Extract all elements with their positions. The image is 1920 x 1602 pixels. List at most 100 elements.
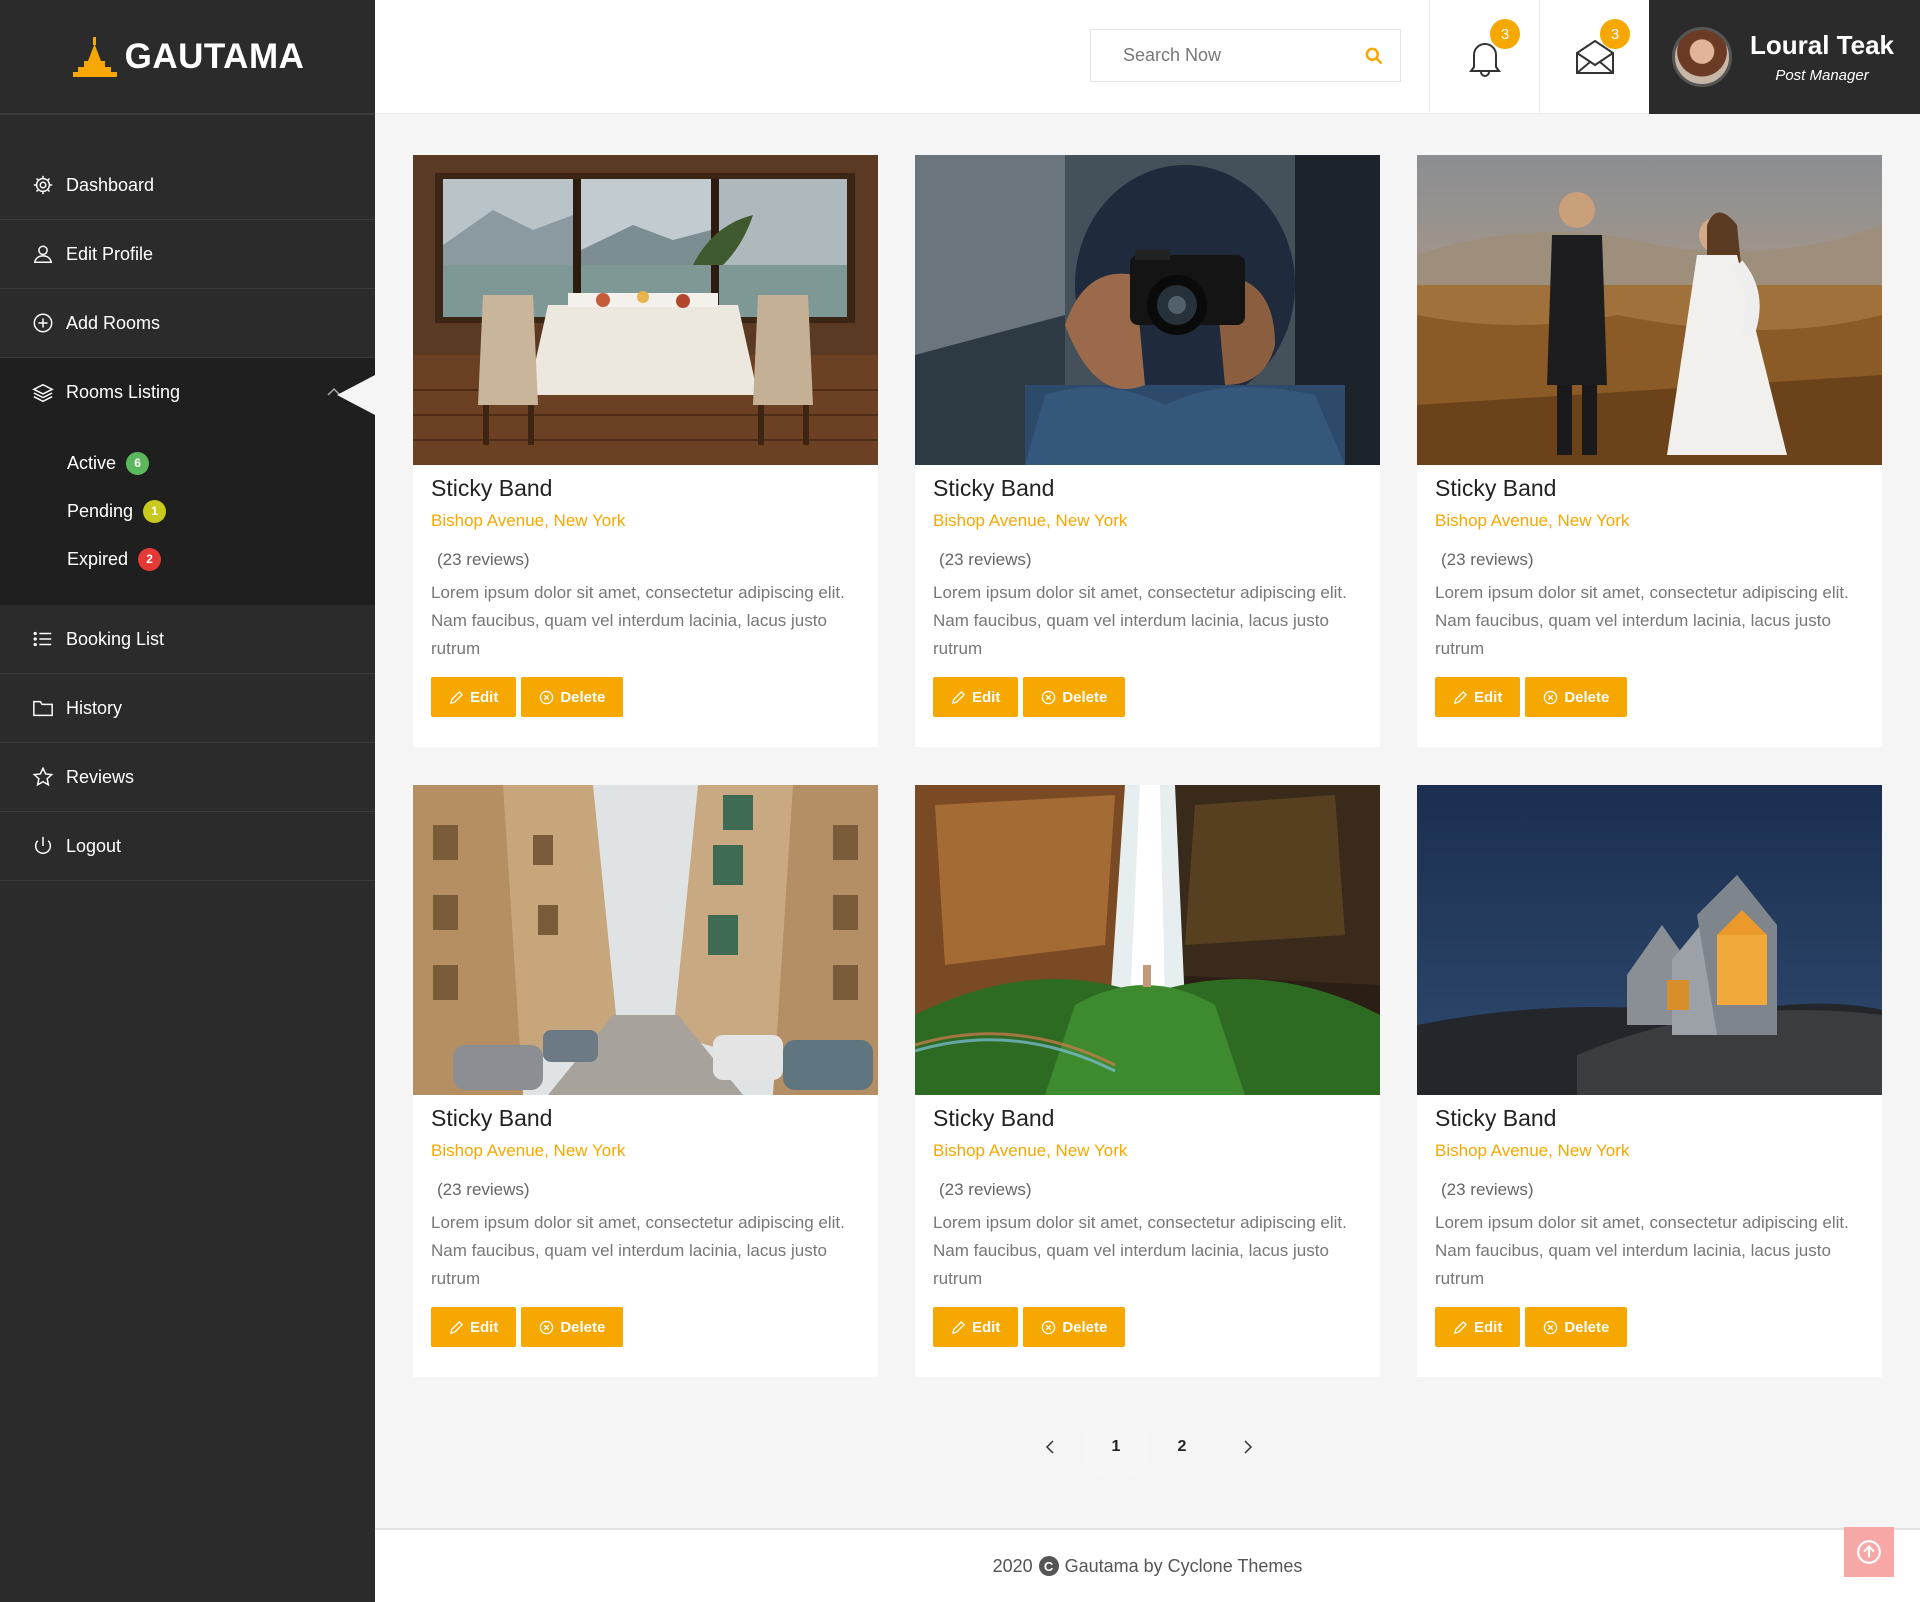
listing-title[interactable]: Sticky Band — [933, 1105, 1362, 1132]
listing-title[interactable]: Sticky Band — [933, 475, 1362, 502]
listing-address[interactable]: Bishop Avenue, New York — [933, 511, 1362, 531]
listing-reviews: (23 reviews) — [437, 1180, 530, 1199]
listing-address[interactable]: Bishop Avenue, New York — [431, 511, 860, 531]
listing-reviews: (23 reviews) — [1441, 1180, 1534, 1199]
sidebar-item-label: Logout — [66, 835, 122, 856]
search-icon[interactable] — [1364, 46, 1384, 66]
search-input[interactable] — [1123, 45, 1364, 66]
listing-address[interactable]: Bishop Avenue, New York — [933, 1141, 1362, 1161]
sidebar-item-reviews[interactable]: Reviews — [0, 743, 375, 812]
footer-credit[interactable]: Gautama by Cyclone Themes — [1065, 1556, 1303, 1577]
listing-address[interactable]: Bishop Avenue, New York — [1435, 1141, 1864, 1161]
notifications-button[interactable]: 3 — [1429, 0, 1539, 114]
submenu-item-label: Expired — [67, 548, 129, 569]
edit-label: Edit — [1474, 688, 1503, 706]
messages-count-badge: 3 — [1600, 19, 1630, 49]
listing-address[interactable]: Bishop Avenue, New York — [1435, 511, 1864, 531]
user-profile[interactable]: Loural Teak Post Manager — [1649, 0, 1920, 114]
pencil-icon — [951, 1320, 966, 1334]
sidebar-item-add-rooms[interactable]: Add Rooms — [0, 289, 375, 358]
sidebar: GAUTAMA Dashboard Edit Profile Add Rooms — [0, 0, 375, 1602]
sidebar-item-booking-list[interactable]: Booking List — [0, 605, 375, 674]
edit-label: Edit — [470, 1318, 499, 1336]
listing-reviews: (23 reviews) — [437, 550, 530, 569]
list-icon — [32, 628, 54, 650]
sidebar-item-edit-profile[interactable]: Edit Profile — [0, 220, 375, 289]
photographer-photo — [915, 155, 1380, 465]
brand-name: GAUTAMA — [124, 36, 305, 76]
listing-title[interactable]: Sticky Band — [431, 1105, 860, 1132]
edit-label: Edit — [972, 688, 1001, 706]
sidebar-item-label: History — [66, 697, 123, 718]
listing-title[interactable]: Sticky Band — [1435, 1105, 1864, 1132]
listing-image[interactable] — [1417, 155, 1882, 465]
edit-button[interactable]: Edit — [431, 1307, 517, 1347]
delete-button[interactable]: Delete — [1023, 677, 1126, 717]
page-1-button[interactable]: 1 — [1083, 1414, 1149, 1480]
listing-image[interactable] — [915, 785, 1380, 1095]
sidebar-item-rooms-listing[interactable]: Rooms Listing — [0, 358, 375, 427]
listing-description: Lorem ipsum dolor sit amet, consectetur … — [933, 1213, 1347, 1288]
edit-button[interactable]: Edit — [1435, 1307, 1521, 1347]
edit-button[interactable]: Edit — [1435, 677, 1521, 717]
listing-reviews: (23 reviews) — [939, 1180, 1032, 1199]
submenu-item-pending[interactable]: Pending 1 — [67, 487, 375, 535]
listing-description: Lorem ipsum dolor sit amet, consectetur … — [431, 583, 845, 658]
sidebar-item-logout[interactable]: Logout — [0, 812, 375, 881]
delete-button[interactable]: Delete — [521, 677, 624, 717]
listing-address[interactable]: Bishop Avenue, New York — [431, 1141, 860, 1161]
delete-button[interactable]: Delete — [1525, 677, 1628, 717]
delete-button[interactable]: Delete — [1023, 1307, 1126, 1347]
listing-title[interactable]: Sticky Band — [1435, 475, 1864, 502]
copyright-icon: C — [1038, 1556, 1059, 1576]
submenu-item-label: Active — [67, 452, 117, 473]
sidebar-item-label: Add Rooms — [66, 312, 161, 333]
sidebar-item-label: Reviews — [66, 766, 135, 787]
close-circle-icon — [540, 690, 554, 704]
listing-description: Lorem ipsum dolor sit amet, consectetur … — [431, 1213, 845, 1288]
sidebar-item-dashboard[interactable]: Dashboard — [0, 151, 375, 220]
pencil-icon — [951, 690, 966, 704]
waterfall-photo — [915, 785, 1380, 1095]
user-info: Loural Teak Post Manager — [1750, 30, 1894, 84]
brand-logo[interactable]: GAUTAMA — [0, 0, 375, 115]
next-page-button[interactable] — [1215, 1414, 1281, 1480]
delete-label: Delete — [1062, 688, 1108, 706]
prev-page-button[interactable] — [1017, 1414, 1083, 1480]
listing-description: Lorem ipsum dolor sit amet, consectetur … — [1435, 1213, 1849, 1288]
star-icon — [32, 766, 54, 788]
listing-description: Lorem ipsum dolor sit amet, consectetur … — [933, 583, 1347, 658]
edit-label: Edit — [1474, 1318, 1503, 1336]
listing-image[interactable] — [413, 155, 878, 465]
listing-card: Sticky Band Bishop Avenue, New York (23 … — [413, 155, 878, 747]
scroll-to-top-button[interactable] — [1844, 1527, 1894, 1577]
arrow-up-circle-icon — [1857, 1540, 1881, 1564]
listing-image[interactable] — [1417, 785, 1882, 1095]
close-circle-icon — [1042, 1320, 1056, 1334]
pencil-icon — [1453, 1320, 1468, 1334]
edit-button[interactable]: Edit — [431, 677, 517, 717]
edit-button[interactable]: Edit — [933, 1307, 1019, 1347]
page-2-button[interactable]: 2 — [1149, 1414, 1215, 1480]
delete-button[interactable]: Delete — [1525, 1307, 1628, 1347]
pencil-icon — [449, 1320, 464, 1334]
submenu-item-expired[interactable]: Expired 2 — [67, 535, 375, 583]
listing-reviews: (23 reviews) — [939, 550, 1032, 569]
sidebar-item-history[interactable]: History — [0, 674, 375, 743]
messages-button[interactable]: 3 — [1539, 0, 1649, 114]
sidebar-item-label: Booking List — [66, 628, 165, 649]
listing-title[interactable]: Sticky Band — [431, 475, 860, 502]
count-badge: 1 — [143, 499, 167, 523]
sidebar-item-label: Edit Profile — [66, 243, 154, 264]
top-header: 3 3 Loural Teak Post Manager — [375, 0, 1920, 114]
submenu-item-active[interactable]: Active 6 — [67, 439, 375, 487]
edit-button[interactable]: Edit — [933, 677, 1019, 717]
user-role: Post Manager — [1775, 67, 1869, 84]
listing-image[interactable] — [915, 155, 1380, 465]
avatar — [1672, 27, 1732, 87]
edit-label: Edit — [972, 1318, 1001, 1336]
delete-button[interactable]: Delete — [521, 1307, 624, 1347]
chevron-right-icon — [1244, 1440, 1253, 1454]
rooms-listing-group: Rooms Listing Active 6 Pending 1 Expired… — [0, 358, 375, 605]
listing-image[interactable] — [413, 785, 878, 1095]
